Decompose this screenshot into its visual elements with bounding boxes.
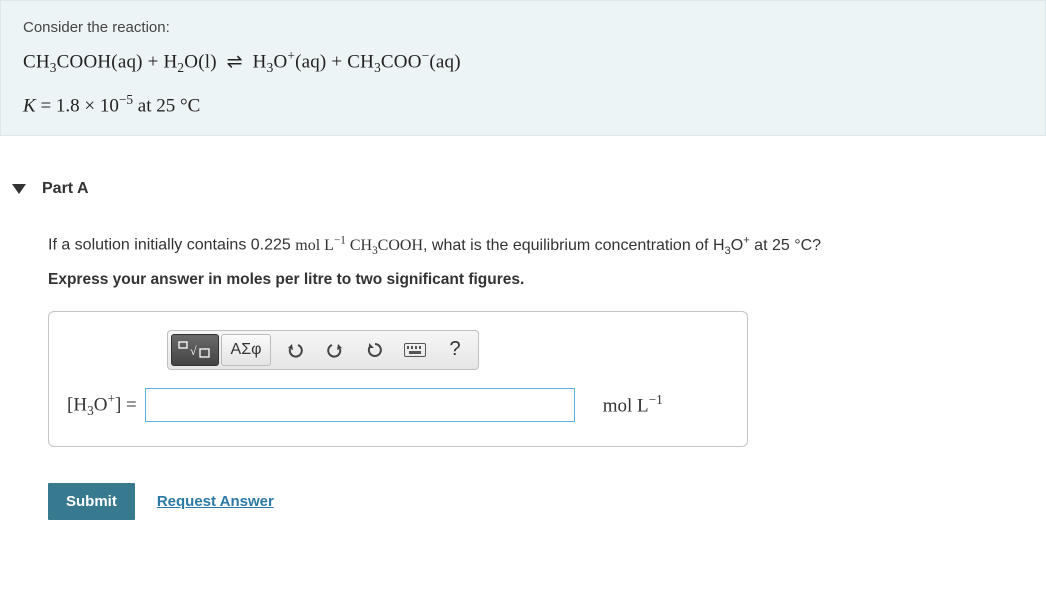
keyboard-icon (404, 343, 426, 357)
redo-icon (326, 342, 344, 358)
answer-box: √ ΑΣφ (48, 311, 748, 447)
part-title: Part A (42, 180, 89, 198)
keyboard-button[interactable] (395, 334, 435, 366)
equation-toolbar: √ ΑΣφ (167, 330, 479, 370)
undo-button[interactable] (275, 334, 315, 366)
answer-input[interactable] (145, 388, 575, 422)
problem-intro: Consider the reaction: CH3COOH(aq) + H2O… (0, 0, 1046, 136)
part-header[interactable]: Part A (12, 172, 1034, 206)
reaction-equation: CH3COOH(aq) + H2O(l) ⇌ H3O+(aq) + CH3COO… (23, 48, 1023, 76)
answer-row: [H3O+] = mol L−1 (67, 388, 729, 422)
reset-icon (366, 341, 384, 359)
help-button[interactable]: ? (435, 334, 475, 366)
svg-text:√: √ (190, 344, 197, 358)
question-units: mol L−1 (295, 237, 346, 254)
equilibrium-constant: K = 1.8 × 10−5 at 25 °C (23, 92, 1023, 117)
chevron-down-icon (12, 184, 26, 194)
part-body: If a solution initially contains 0.225 m… (12, 206, 1034, 457)
answer-unit: mol L−1 (603, 392, 663, 417)
action-row: Submit Request Answer (48, 483, 1034, 520)
answer-lhs: [H3O+] = (67, 391, 137, 419)
intro-prompt: Consider the reaction: (23, 19, 1023, 36)
question-text: If a solution initially contains 0.225 m… (48, 234, 1034, 257)
question-suffix: , what is the equilibrium concentration … (423, 237, 821, 254)
question-species: CH3COOH (346, 237, 423, 254)
request-answer-link[interactable]: Request Answer (157, 493, 274, 510)
submit-button[interactable]: Submit (48, 483, 135, 520)
part-a-section: Part A If a solution initially contains … (0, 172, 1046, 520)
redo-button[interactable] (315, 334, 355, 366)
reset-button[interactable] (355, 334, 395, 366)
greek-symbols-button[interactable]: ΑΣφ (221, 334, 271, 366)
math-templates-icon: √ (178, 341, 212, 359)
undo-icon (286, 342, 304, 358)
question-prefix: If a solution initially contains 0.225 (48, 237, 295, 254)
answer-instructions: Express your answer in moles per litre t… (48, 271, 1034, 289)
templates-button[interactable]: √ (171, 334, 219, 366)
